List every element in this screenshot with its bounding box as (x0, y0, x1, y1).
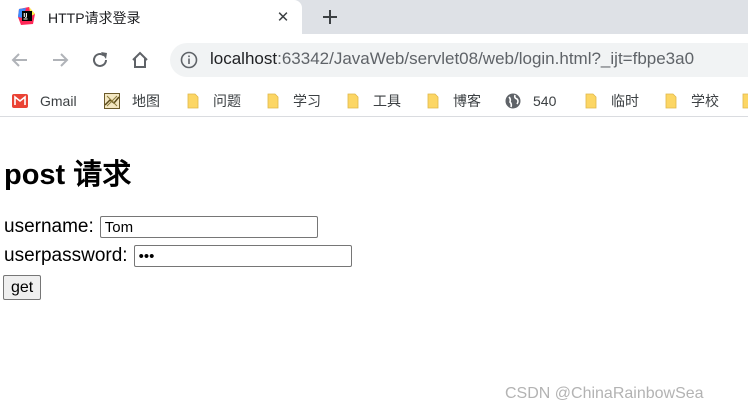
bookmark-folder-wenti[interactable]: 问题 (185, 90, 241, 112)
bookmark-label: 地图 (132, 93, 160, 109)
bookmark-folder-xuexi[interactable]: 学习 (265, 90, 321, 112)
password-label: userpassword: (4, 245, 128, 266)
bookmark-map[interactable]: 地图 (104, 90, 160, 112)
username-row: username: (4, 215, 318, 239)
tab-strip: IJ HTTP请求登录 ✕ (0, 0, 748, 34)
folder-icon (742, 93, 748, 109)
bookmark-label: 问题 (213, 93, 241, 109)
plus-icon (323, 10, 337, 24)
bookmark-label: 工具 (373, 93, 401, 109)
submit-button[interactable]: get (3, 275, 42, 300)
bookmark-label: Gmail (40, 93, 77, 109)
password-input[interactable] (133, 245, 352, 267)
url-host: localhost (210, 49, 278, 68)
forward-button[interactable] (47, 47, 73, 73)
folder-icon (267, 93, 279, 109)
close-icon: ✕ (276, 9, 290, 26)
gmail-icon (12, 94, 28, 108)
bookmark-label: 学校 (691, 93, 719, 109)
username-input[interactable] (99, 216, 318, 238)
tab-http-login[interactable]: IJ HTTP请求登录 ✕ (0, 0, 302, 34)
arrow-left-icon (11, 53, 27, 67)
page-heading: post 请求 (4, 159, 132, 191)
reload-button[interactable] (87, 47, 113, 73)
bookmark-folder-overflow[interactable] (740, 90, 748, 112)
info-icon[interactable] (180, 51, 198, 69)
watermark: CSDN @ChinaRainbowSea (505, 385, 704, 402)
reload-icon (93, 52, 107, 67)
new-tab-button[interactable] (317, 4, 343, 30)
back-button[interactable] (7, 47, 33, 73)
bookmark-label: 临时 (611, 93, 639, 109)
bookmark-folder-xuexiao[interactable]: 学校 (663, 90, 719, 112)
arrow-right-icon (53, 53, 69, 67)
home-icon (132, 51, 148, 68)
username-label: username: (4, 216, 94, 237)
browser-window: IJ HTTP请求登录 ✕ localhost:63342/JavaWeb/se… (0, 0, 748, 413)
folder-icon (347, 93, 359, 109)
bookmark-label: 博客 (453, 93, 481, 109)
bookmarks-bar: Gmail 地图 问题 学习 工具 博客 540 临时 学校 (0, 86, 748, 117)
tab-title: HTTP请求登录 (48, 10, 141, 26)
folder-icon (585, 93, 597, 109)
globe-icon (505, 93, 521, 109)
folder-icon (665, 93, 677, 109)
close-tab-button[interactable]: ✕ (271, 5, 295, 29)
jetbrains-icon: IJ (17, 6, 37, 26)
folder-icon (187, 93, 199, 109)
address-bar[interactable]: localhost:63342/JavaWeb/servlet08/web/lo… (170, 43, 748, 77)
map-icon (104, 93, 120, 109)
url-text[interactable]: localhost:63342/JavaWeb/servlet08/web/lo… (210, 49, 694, 69)
password-row: userpassword: (4, 244, 352, 268)
bookmark-label: 540 (533, 93, 557, 109)
page-content: post 请求 username: userpassword: get CSDN… (0, 117, 748, 413)
toolbar: localhost:63342/JavaWeb/servlet08/web/lo… (0, 34, 748, 86)
bookmark-label: 学习 (293, 93, 321, 109)
bookmark-folder-linshi[interactable]: 临时 (583, 90, 639, 112)
bookmark-folder-gongju[interactable]: 工具 (345, 90, 401, 112)
bookmark-540[interactable]: 540 (505, 90, 556, 112)
bookmark-gmail[interactable]: Gmail (12, 90, 77, 112)
url-path: :63342/JavaWeb/servlet08/web/login.html?… (277, 49, 695, 68)
home-button[interactable] (127, 47, 153, 73)
bookmark-folder-boke[interactable]: 博客 (425, 90, 481, 112)
svg-text:IJ: IJ (23, 13, 27, 19)
folder-icon (427, 93, 439, 109)
